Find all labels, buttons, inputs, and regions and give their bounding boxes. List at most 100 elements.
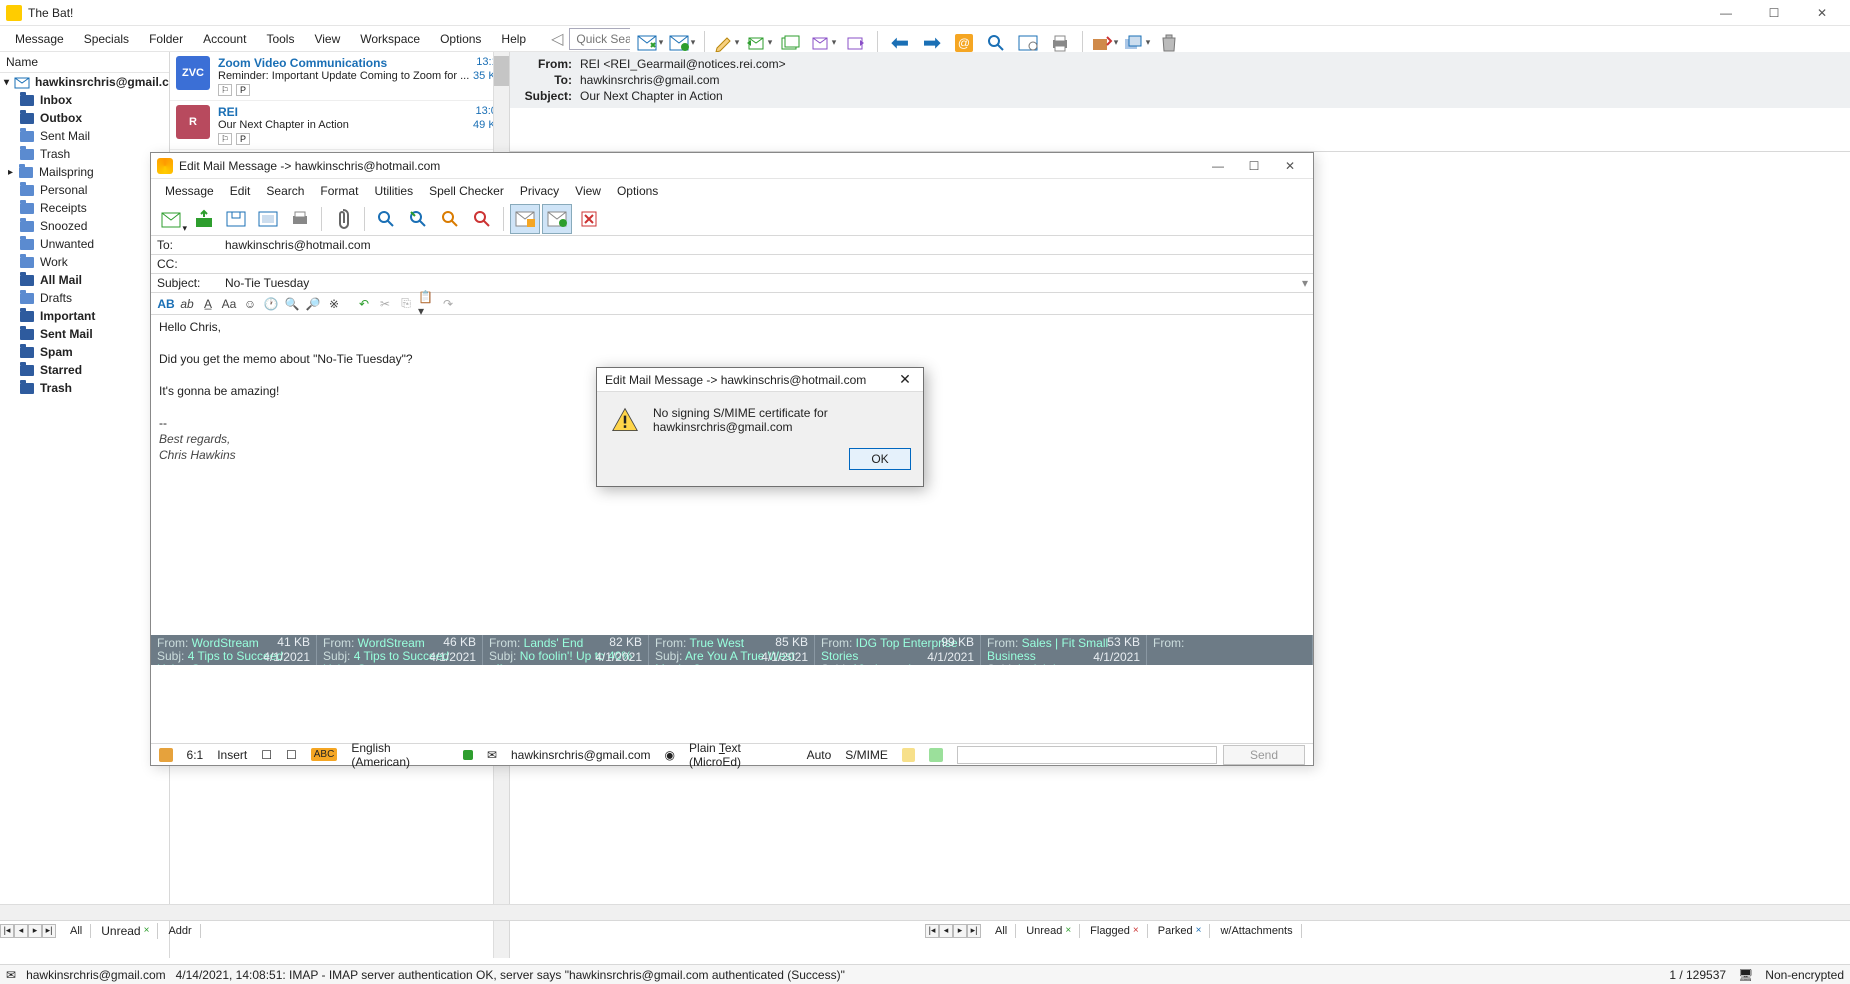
folder-item[interactable]: ▸Mailspring: [0, 163, 169, 181]
compose-maximize-button[interactable]: ☐: [1237, 156, 1271, 176]
zoom-in-icon[interactable]: 🔍: [283, 295, 301, 313]
font-size-icon[interactable]: Aa: [220, 295, 238, 313]
compose-close-button[interactable]: ✕: [1273, 156, 1307, 176]
folder-item[interactable]: Receipts: [0, 199, 169, 217]
header-card[interactable]: 82 KB 4/1/2021 From: Lands' End Subj: No…: [483, 635, 649, 665]
view-tab[interactable]: All: [987, 924, 1016, 938]
sign-status-icon[interactable]: [902, 748, 916, 762]
header-card[interactable]: From:: [1147, 635, 1313, 665]
main-h-scrollbar[interactable]: [0, 904, 1850, 920]
attach-file-icon[interactable]: [328, 204, 358, 234]
message-row[interactable]: ZVC Zoom Video Communications13:11 Remin…: [170, 52, 509, 101]
dialog-close-button[interactable]: ✕: [895, 371, 915, 388]
send-now-icon[interactable]: ▾: [157, 204, 187, 234]
subject-expand-icon[interactable]: ▾: [1297, 276, 1313, 290]
send-profile-combo[interactable]: [957, 746, 1217, 764]
header-card[interactable]: 53 KB 4/1/2021 From: Sales | Fit Small B…: [981, 635, 1147, 665]
folder-item[interactable]: Trash: [0, 145, 169, 163]
encrypt-status-icon[interactable]: [929, 748, 943, 762]
park-icon[interactable]: P: [236, 133, 250, 145]
menu-tools[interactable]: Tools: [257, 29, 303, 49]
compose-menu-options[interactable]: Options: [609, 182, 666, 200]
minimize-button[interactable]: —: [1704, 3, 1748, 23]
language[interactable]: English (American): [351, 741, 449, 769]
menu-help[interactable]: Help: [492, 29, 535, 49]
menu-account[interactable]: Account: [194, 29, 255, 49]
maximize-button[interactable]: ☐: [1752, 3, 1796, 23]
folder-item[interactable]: Outbox: [0, 109, 169, 127]
folder-item[interactable]: Important: [0, 307, 169, 325]
smime-label[interactable]: S/MIME: [845, 748, 888, 762]
compose-menu-message[interactable]: Message: [157, 182, 222, 200]
account-node[interactable]: ▾ hawkinsrchris@gmail.com: [0, 73, 169, 91]
send-button[interactable]: Send: [1223, 745, 1305, 765]
view-tab[interactable]: Flagged ×: [1082, 924, 1148, 938]
folder-item[interactable]: Inbox: [0, 91, 169, 109]
folder-item[interactable]: Work: [0, 253, 169, 271]
italic-icon[interactable]: ab: [178, 295, 196, 313]
park-icon[interactable]: P: [236, 84, 250, 96]
tab-addr-left[interactable]: Addr: [160, 924, 200, 938]
zoom-out-icon[interactable]: 🔎: [304, 295, 322, 313]
special-char-icon[interactable]: ※: [325, 295, 343, 313]
print-compose-icon[interactable]: [285, 204, 315, 234]
compose-minimize-button[interactable]: —: [1201, 156, 1235, 176]
flag-icon[interactable]: ⚐: [218, 133, 232, 145]
spellcheck-icon[interactable]: ABC: [311, 748, 338, 761]
subject-field[interactable]: No-Tie Tuesday: [221, 276, 1297, 290]
flag-icon[interactable]: ⚐: [218, 84, 232, 96]
close-button[interactable]: ✕: [1800, 3, 1844, 23]
queue-icon[interactable]: [189, 204, 219, 234]
to-field[interactable]: hawkinschris@hotmail.com: [221, 238, 1313, 252]
text-format[interactable]: Plain Text (MicroEd): [689, 741, 793, 769]
emoji-icon[interactable]: ☺: [241, 295, 259, 313]
compose-menu-format[interactable]: Format: [312, 182, 366, 200]
menu-workspace[interactable]: Workspace: [351, 29, 429, 49]
tab-all-left[interactable]: All: [62, 924, 91, 938]
folder-item[interactable]: Drafts: [0, 289, 169, 307]
copy-icon[interactable]: ⎘: [397, 295, 415, 313]
font-color-icon[interactable]: A̲: [199, 295, 217, 313]
folder-item[interactable]: Personal: [0, 181, 169, 199]
compose-menu-search[interactable]: Search: [258, 182, 312, 200]
header-card[interactable]: 41 KB1/202141 KB 4/1/2021 From: WordStre…: [151, 635, 317, 665]
tabs-left-nav[interactable]: |◂◂▸▸|: [0, 924, 56, 938]
replace-icon[interactable]: [435, 204, 465, 234]
menu-view[interactable]: View: [305, 29, 349, 49]
folder-item[interactable]: Unwanted: [0, 235, 169, 253]
header-card[interactable]: 85 KB 4/1/2021 From: True West Subj: Are…: [649, 635, 815, 665]
folder-item[interactable]: Starred: [0, 361, 169, 379]
header-card[interactable]: 99 KB 4/1/2021 From: IDG Top Enterprise …: [815, 635, 981, 665]
dialog-ok-button[interactable]: OK: [849, 448, 911, 470]
paste-icon[interactable]: 📋▾: [418, 295, 436, 313]
folder-item[interactable]: Trash: [0, 379, 169, 397]
tab-unread-left[interactable]: Unread×: [93, 923, 158, 939]
time-icon[interactable]: 🕐: [262, 295, 280, 313]
menu-specials[interactable]: Specials: [75, 29, 138, 49]
compose-menu-view[interactable]: View: [567, 182, 609, 200]
message-row[interactable]: R REI13:05 Our Next Chapter in Action49 …: [170, 101, 509, 150]
menu-folder[interactable]: Folder: [140, 29, 192, 49]
folder-item[interactable]: Sent Mail: [0, 127, 169, 145]
view-tab[interactable]: w/Attachments: [1212, 924, 1301, 938]
compose-titlebar[interactable]: Edit Mail Message -> hawkinschris@hotmai…: [151, 153, 1313, 179]
auto-label[interactable]: Auto: [807, 748, 832, 762]
tabs-right-nav[interactable]: |◂◂▸▸|: [925, 924, 981, 938]
find-next-icon[interactable]: [403, 204, 433, 234]
bold-icon[interactable]: AB: [157, 295, 175, 313]
folder-item[interactable]: All Mail: [0, 271, 169, 289]
save-template-icon[interactable]: [253, 204, 283, 234]
cancel-compose-icon[interactable]: [574, 204, 604, 234]
header-card[interactable]: 46 KB 4/1/2021 From: WordStream Subj: 4 …: [317, 635, 483, 665]
menu-message[interactable]: Message: [6, 29, 73, 49]
folder-item[interactable]: Sent Mail: [0, 325, 169, 343]
compose-menu-spellchecker[interactable]: Spell Checker: [421, 182, 512, 200]
menu-options[interactable]: Options: [431, 29, 490, 49]
view-tab[interactable]: Unread ×: [1018, 924, 1080, 938]
goto-icon[interactable]: [467, 204, 497, 234]
cut-icon[interactable]: ✂: [376, 295, 394, 313]
find-icon[interactable]: [371, 204, 401, 234]
compose-menu-edit[interactable]: Edit: [222, 182, 259, 200]
folder-item[interactable]: Snoozed: [0, 217, 169, 235]
folder-item[interactable]: Spam: [0, 343, 169, 361]
